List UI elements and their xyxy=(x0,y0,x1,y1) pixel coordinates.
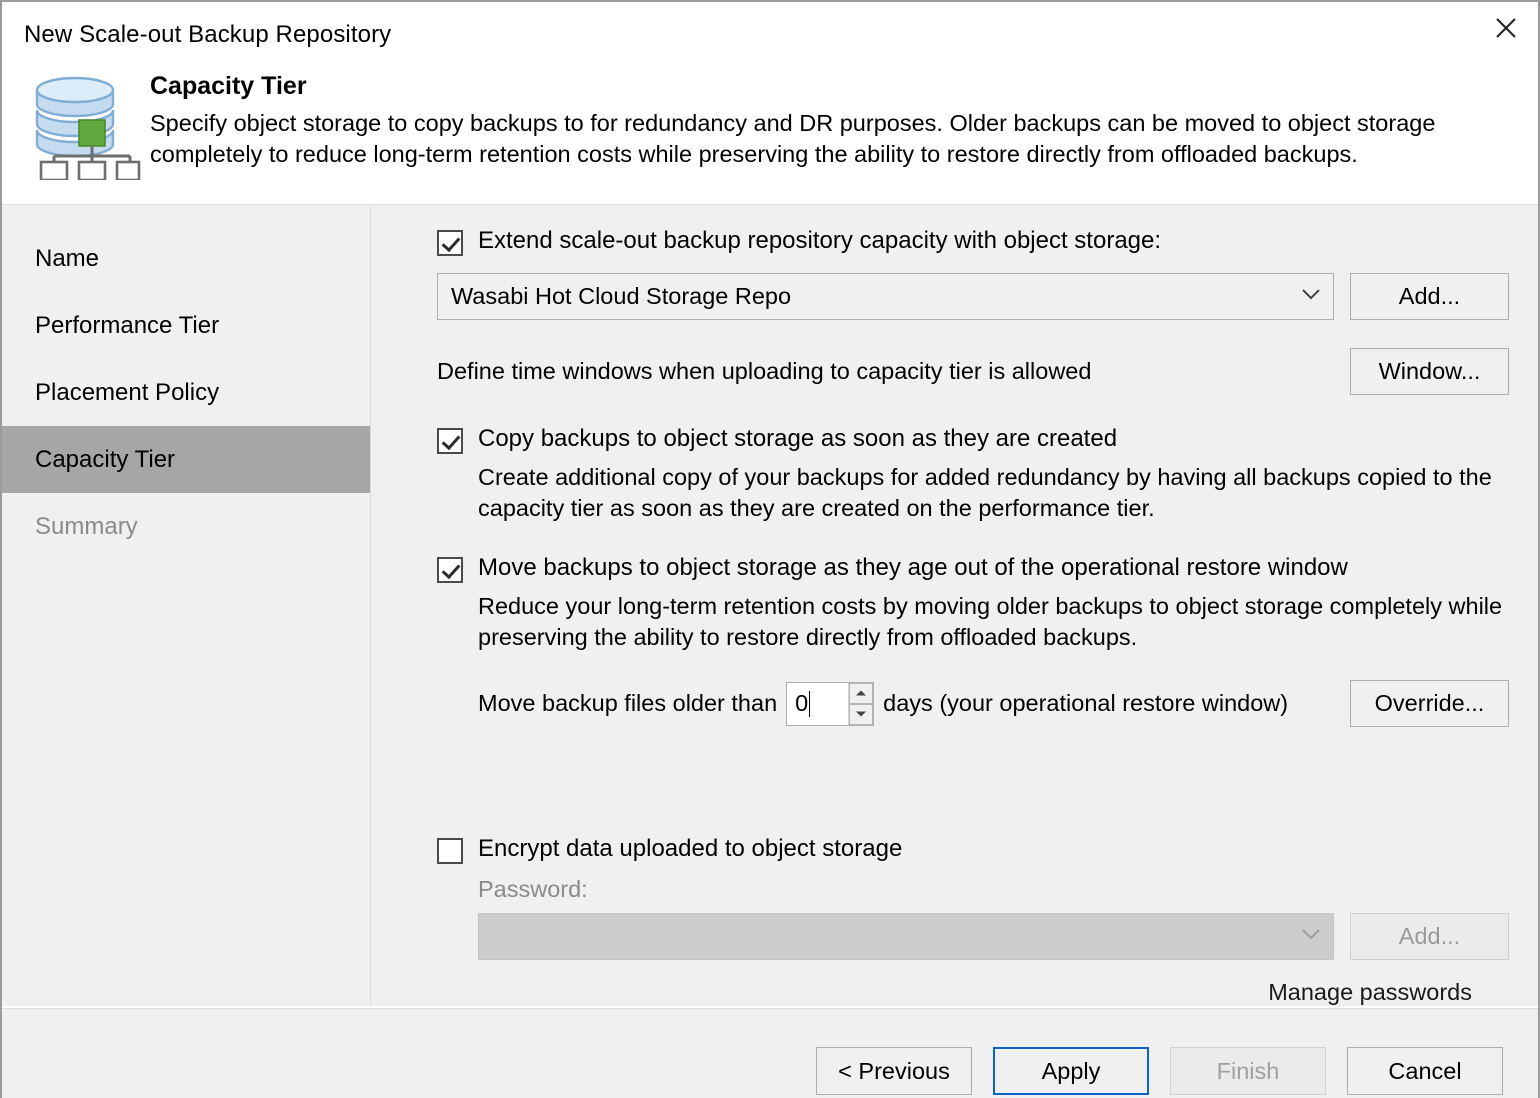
copy-backups-description: Create additional copy of your backups f… xyxy=(478,464,1492,522)
page-title: Capacity Tier xyxy=(150,72,307,100)
stepper-up-icon[interactable] xyxy=(849,682,874,704)
wizard-steps-sidebar: Name Performance Tier Placement Policy C… xyxy=(2,205,371,1007)
move-backups-checkbox[interactable] xyxy=(437,557,463,584)
operational-restore-window-row: Move backup files older than 0 days (you… xyxy=(478,680,1509,728)
move-older-than-label: Move backup files older than xyxy=(478,690,778,717)
title-bar: New Scale-out Backup Repository xyxy=(2,2,1538,68)
cancel-button[interactable]: Cancel xyxy=(1347,1047,1503,1096)
repository-select-row: Wasabi Hot Cloud Storage Repo Add... xyxy=(437,273,1509,320)
extend-capacity-row: Extend scale-out backup repository capac… xyxy=(437,227,1509,256)
sidebar-item-name[interactable]: Name xyxy=(2,225,370,292)
dialog-header: Capacity Tier Specify object storage to … xyxy=(2,68,1538,204)
finish-button: Finish xyxy=(1170,1047,1326,1096)
add-password-button: Add... xyxy=(1350,913,1509,961)
copy-backups-checkbox[interactable] xyxy=(437,428,463,454)
copy-backups-label: Copy backups to object storage as soon a… xyxy=(478,425,1118,452)
chevron-down-icon xyxy=(1301,288,1321,306)
days-input[interactable]: 0 xyxy=(787,683,848,725)
move-backups-description: Reduce your long-term retention costs by… xyxy=(478,593,1503,651)
sidebar-item-label: Summary xyxy=(35,512,138,540)
header-text-block: Capacity Tier Specify object storage to … xyxy=(144,68,1505,182)
window-title: New Scale-out Backup Repository xyxy=(24,21,392,48)
encrypt-data-row: Encrypt data uploaded to object storage xyxy=(437,835,1509,865)
password-dropdown xyxy=(478,913,1334,961)
stepper-buttons xyxy=(848,682,874,725)
text-caret xyxy=(809,690,811,717)
close-icon[interactable] xyxy=(1474,2,1538,54)
sidebar-item-performance-tier[interactable]: Performance Tier xyxy=(2,292,370,359)
capacity-tier-panel: Extend scale-out backup repository capac… xyxy=(371,205,1540,1006)
days-suffix-label: days (your operational restore window) xyxy=(883,690,1289,717)
repository-dropdown[interactable]: Wasabi Hot Cloud Storage Repo xyxy=(437,273,1334,320)
move-backups-row: Move backups to object storage as they a… xyxy=(437,554,1509,584)
override-button[interactable]: Override... xyxy=(1350,680,1509,728)
page-description: Specify object storage to copy backups t… xyxy=(150,110,1436,167)
sidebar-item-summary: Summary xyxy=(2,493,370,560)
repository-selected-value: Wasabi Hot Cloud Storage Repo xyxy=(451,283,792,309)
sidebar-item-label: Capacity Tier xyxy=(35,445,176,473)
previous-button[interactable]: < Previous xyxy=(816,1047,972,1096)
add-repository-button[interactable]: Add... xyxy=(1350,273,1509,320)
scale-out-repository-icon xyxy=(26,72,144,182)
new-scale-out-backup-repository-dialog: New Scale-out Backup Repository Capacity… xyxy=(0,0,1540,1098)
time-window-row: Define time windows when uploading to ca… xyxy=(437,348,1509,395)
encrypt-data-checkbox[interactable] xyxy=(437,838,463,865)
extend-capacity-label: Extend scale-out backup repository capac… xyxy=(478,227,1162,254)
sidebar-item-capacity-tier[interactable]: Capacity Tier xyxy=(2,426,370,493)
manage-passwords-link[interactable]: Manage passwords xyxy=(437,979,1472,1006)
move-backups-label: Move backups to object storage as they a… xyxy=(478,554,1348,582)
dialog-body: Name Performance Tier Placement Policy C… xyxy=(2,204,1540,1007)
close-glyph xyxy=(1496,18,1516,38)
extend-capacity-checkbox[interactable] xyxy=(437,230,463,256)
apply-button[interactable]: Apply xyxy=(993,1047,1149,1096)
encrypt-data-label: Encrypt data uploaded to object storage xyxy=(478,835,903,863)
stepper-down-icon[interactable] xyxy=(849,703,874,725)
password-select-row: Add... xyxy=(478,913,1509,961)
days-stepper[interactable]: 0 xyxy=(786,681,875,726)
password-label: Password: xyxy=(478,876,588,903)
sidebar-item-placement-policy[interactable]: Placement Policy xyxy=(2,359,370,426)
copy-backups-row: Copy backups to object storage as soon a… xyxy=(437,425,1509,454)
dialog-footer: < Previous Apply Finish Cancel xyxy=(2,1006,1538,1098)
time-window-button[interactable]: Window... xyxy=(1350,348,1509,395)
days-value: 0 xyxy=(795,690,809,717)
chevron-down-icon xyxy=(1301,928,1321,946)
time-window-text: Define time windows when uploading to ca… xyxy=(437,358,1092,384)
sidebar-item-label: Performance Tier xyxy=(35,311,220,339)
sidebar-item-label: Name xyxy=(35,244,100,272)
sidebar-item-label: Placement Policy xyxy=(35,378,220,406)
